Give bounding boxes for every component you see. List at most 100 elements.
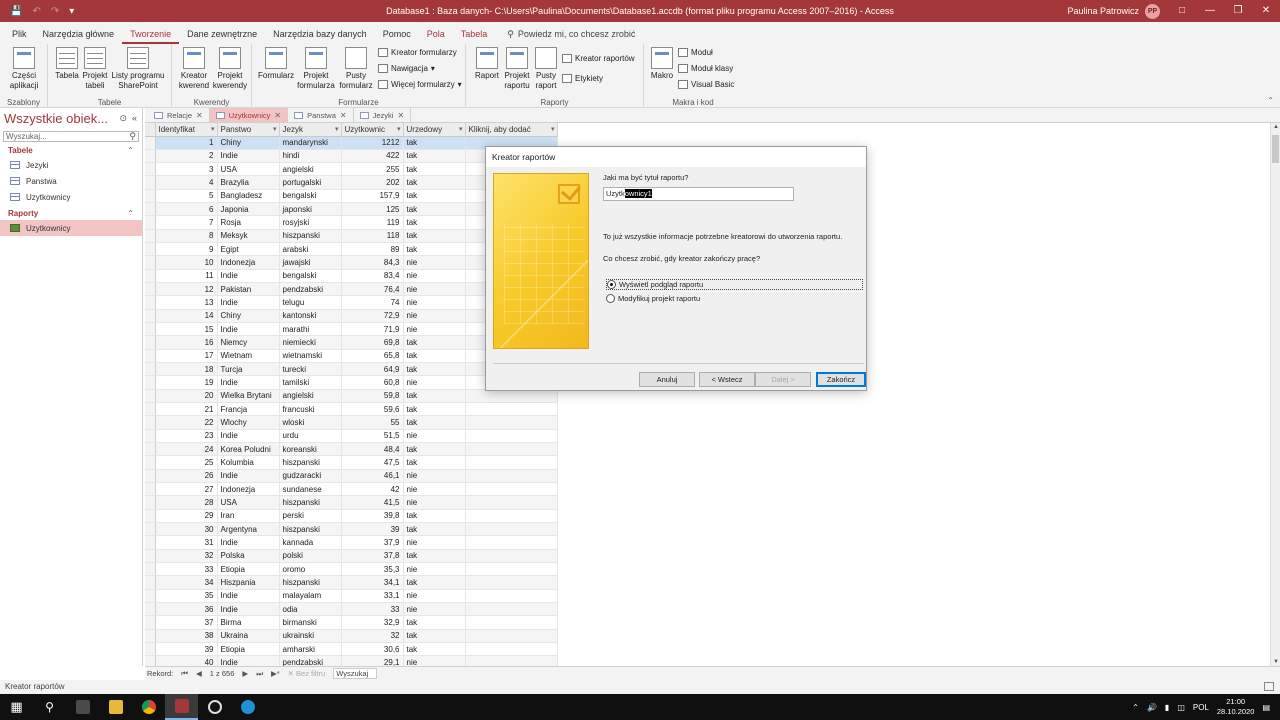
cell-urzedowy[interactable]: tak bbox=[403, 575, 466, 590]
cell-uzytkownicy[interactable]: 59,8 bbox=[341, 389, 404, 404]
sort-dropdown-icon[interactable]: ▾ bbox=[273, 125, 278, 133]
cell-id[interactable]: 25 bbox=[155, 455, 218, 470]
cell-uzytkownicy[interactable]: 202 bbox=[341, 175, 404, 190]
cell-id[interactable]: 19 bbox=[155, 375, 218, 390]
cell-id[interactable]: 4 bbox=[155, 175, 218, 190]
record-selector[interactable] bbox=[145, 549, 156, 564]
cell-uzytkownicy[interactable]: 47,5 bbox=[341, 455, 404, 470]
record-selector[interactable] bbox=[145, 189, 156, 204]
table-row[interactable]: 29 Iran perski 39,8 tak bbox=[145, 509, 558, 524]
cell-jezyk[interactable]: bengalski bbox=[279, 189, 342, 204]
nawigacja-button[interactable]: Nawigacja ▾ bbox=[378, 64, 435, 73]
cell-urzedowy[interactable]: nie bbox=[403, 655, 466, 666]
cell-uzytkownicy[interactable]: 46,1 bbox=[341, 469, 404, 484]
cell-jezyk[interactable]: hiszpanski bbox=[279, 495, 342, 510]
cell-urzedowy[interactable]: tak bbox=[403, 215, 466, 230]
cell-empty[interactable] bbox=[465, 429, 558, 444]
chevron-up-icon[interactable]: ⌃ bbox=[1132, 703, 1139, 712]
cell-urzedowy[interactable]: nie bbox=[403, 295, 466, 310]
close-icon[interactable]: ✕ bbox=[397, 111, 404, 120]
record-selector[interactable] bbox=[145, 535, 156, 550]
cell-jezyk[interactable]: odia bbox=[279, 602, 342, 617]
cell-uzytkownicy[interactable]: 89 bbox=[341, 242, 404, 257]
cell-uzytkownicy[interactable]: 1212 bbox=[341, 136, 404, 150]
cell-panstwo[interactable]: Korea Poludni bbox=[217, 442, 280, 457]
cell-uzytkownicy[interactable]: 118 bbox=[341, 229, 404, 244]
cell-uzytkownicy[interactable]: 157,9 bbox=[341, 189, 404, 204]
cell-panstwo[interactable]: Wietnam bbox=[217, 349, 280, 364]
cell-panstwo[interactable]: Indie bbox=[217, 429, 280, 444]
cell-jezyk[interactable]: telugu bbox=[279, 295, 342, 310]
cell-panstwo[interactable]: Indie bbox=[217, 535, 280, 550]
cell-uzytkownicy[interactable]: 255 bbox=[341, 162, 404, 177]
edge-button[interactable] bbox=[231, 694, 264, 720]
czesci-aplikacji-button[interactable]: Części aplikacji bbox=[6, 47, 42, 91]
cell-panstwo[interactable]: Indie bbox=[217, 295, 280, 310]
close-icon[interactable]: ✕ bbox=[196, 111, 203, 120]
cell-id[interactable]: 24 bbox=[155, 442, 218, 457]
cell-empty[interactable] bbox=[465, 615, 558, 630]
record-selector[interactable] bbox=[145, 455, 156, 470]
cell-jezyk[interactable]: wloski bbox=[279, 415, 342, 430]
access-button[interactable] bbox=[165, 694, 198, 720]
cell-id[interactable]: 40 bbox=[155, 655, 218, 666]
cell-jezyk[interactable]: turecki bbox=[279, 362, 342, 377]
cell-urzedowy[interactable]: tak bbox=[403, 149, 466, 164]
record-selector[interactable] bbox=[145, 562, 156, 577]
cell-empty[interactable] bbox=[465, 575, 558, 590]
record-selector[interactable] bbox=[145, 282, 156, 297]
cell-uzytkownicy[interactable]: 39 bbox=[341, 522, 404, 537]
cell-empty[interactable] bbox=[465, 415, 558, 430]
formularz-button[interactable]: Formularz bbox=[256, 47, 296, 81]
cell-panstwo[interactable]: Kolumbia bbox=[217, 455, 280, 470]
cell-jezyk[interactable]: portugalski bbox=[279, 175, 342, 190]
cell-panstwo[interactable]: Indie bbox=[217, 149, 280, 164]
cell-urzedowy[interactable]: tak bbox=[403, 389, 466, 404]
close-icon[interactable]: ✕ bbox=[340, 111, 347, 120]
cell-urzedowy[interactable]: tak bbox=[403, 642, 466, 657]
cell-urzedowy[interactable]: tak bbox=[403, 415, 466, 430]
cell-panstwo[interactable]: Brazylia bbox=[217, 175, 280, 190]
redo-icon[interactable]: ↷ bbox=[51, 6, 59, 17]
cell-jezyk[interactable]: hiszpanski bbox=[279, 522, 342, 537]
cell-uzytkownicy[interactable]: 41,5 bbox=[341, 495, 404, 510]
cell-urzedowy[interactable]: nie bbox=[403, 255, 466, 270]
task-view-button[interactable] bbox=[66, 694, 99, 720]
column-header-uzytkownicy[interactable]: Uzytkownic ▾ bbox=[341, 123, 404, 137]
sort-dropdown-icon[interactable]: ▾ bbox=[211, 125, 216, 133]
cell-uzytkownicy[interactable]: 83,4 bbox=[341, 269, 404, 284]
network-icon[interactable]: ◫ bbox=[1177, 703, 1185, 712]
cell-id[interactable]: 17 bbox=[155, 349, 218, 364]
record-selector[interactable] bbox=[145, 215, 156, 230]
table-row[interactable]: 23 Indie urdu 51,5 nie bbox=[145, 429, 558, 444]
cell-uzytkownicy[interactable]: 33,1 bbox=[341, 589, 404, 603]
cell-panstwo[interactable]: USA bbox=[217, 495, 280, 510]
cell-id[interactable]: 34 bbox=[155, 575, 218, 590]
cell-id[interactable]: 5 bbox=[155, 189, 218, 204]
record-selector[interactable] bbox=[145, 629, 156, 643]
cell-urzedowy[interactable]: nie bbox=[403, 269, 466, 284]
cell-uzytkownicy[interactable]: 76,4 bbox=[341, 282, 404, 297]
cell-urzedowy[interactable]: tak bbox=[403, 522, 466, 537]
record-selector[interactable] bbox=[145, 575, 156, 590]
table-row[interactable]: 20 Wielka Brytani angielski 59,8 tak bbox=[145, 389, 558, 404]
cell-uzytkownicy[interactable]: 74 bbox=[341, 295, 404, 310]
finish-button[interactable]: Zakończ bbox=[816, 372, 866, 387]
cell-panstwo[interactable]: Indie bbox=[217, 602, 280, 617]
cell-urzedowy[interactable]: tak bbox=[403, 509, 466, 524]
record-selector[interactable] bbox=[145, 149, 156, 164]
view-icon[interactable] bbox=[1264, 682, 1274, 691]
projekt-raportu-button[interactable]: Projekt raportu bbox=[502, 47, 532, 91]
scroll-down-icon[interactable]: ▼ bbox=[1271, 659, 1280, 665]
record-selector[interactable] bbox=[145, 162, 156, 177]
pusty-raport-button[interactable]: Pusty raport bbox=[532, 47, 560, 91]
modul-button[interactable]: Moduł bbox=[678, 48, 713, 57]
tab-pola[interactable]: Pola bbox=[419, 24, 453, 44]
cell-id[interactable]: 28 bbox=[155, 495, 218, 510]
doctab-relacje[interactable]: Relacje ✕ bbox=[148, 108, 210, 122]
cell-id[interactable]: 23 bbox=[155, 429, 218, 444]
nav-item-jezyki[interactable]: Jezyki bbox=[0, 157, 142, 173]
cell-urzedowy[interactable]: tak bbox=[403, 335, 466, 350]
tab-plik[interactable]: Plik bbox=[4, 24, 35, 44]
cell-panstwo[interactable]: Indie bbox=[217, 375, 280, 390]
